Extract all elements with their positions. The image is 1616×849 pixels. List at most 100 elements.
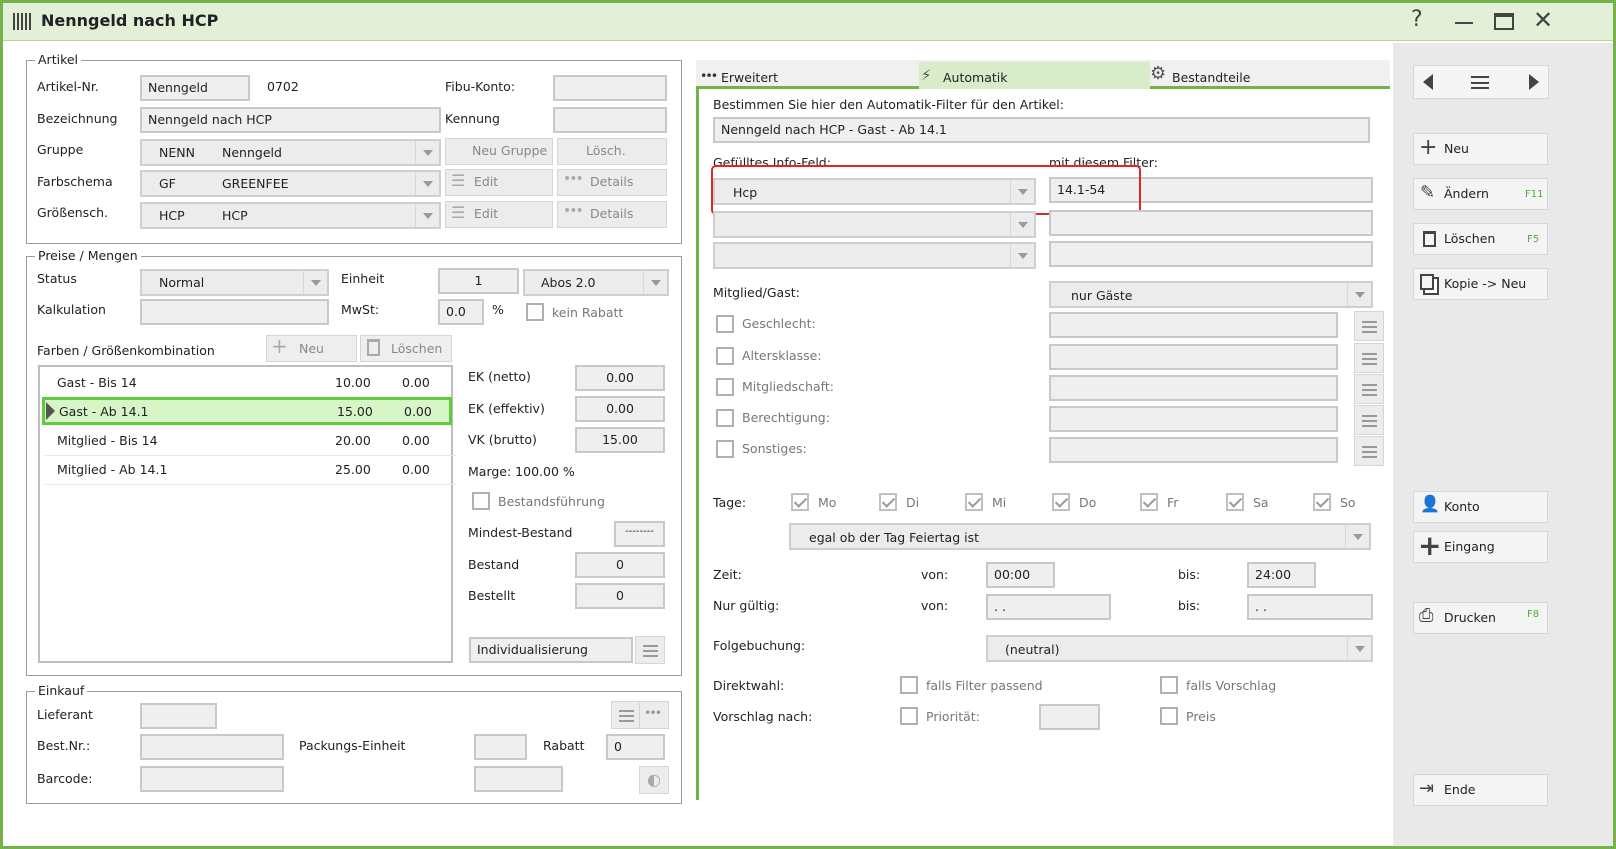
drucken-button[interactable]: ⎙ Drucken F8: [1413, 602, 1548, 634]
table-row-selected[interactable]: Gast - Ab 14.1 15.00 0.00: [42, 397, 452, 425]
help-icon[interactable]: ?: [1411, 7, 1423, 32]
day-do-checkbox[interactable]: [1052, 493, 1070, 511]
gruppe-select[interactable]: NENN Nenngeld: [140, 139, 441, 166]
lieferant-dots-icon[interactable]: •••: [639, 701, 669, 729]
day-di-checkbox[interactable]: [879, 493, 897, 511]
geschlecht-checkbox[interactable]: [716, 315, 734, 333]
filter-field-3[interactable]: [1049, 241, 1373, 267]
falls-vorschlag-checkbox[interactable]: [1160, 676, 1178, 694]
falls-filter-checkbox[interactable]: [900, 676, 918, 694]
ende-button[interactable]: ⇥ Ende: [1413, 774, 1548, 806]
mitgliedschaft-field[interactable]: [1049, 375, 1338, 401]
berechtigung-checkbox[interactable]: [716, 409, 734, 427]
gueltig-bis-field[interactable]: . .: [1247, 594, 1373, 620]
berechtigung-menu-icon[interactable]: [1354, 405, 1384, 435]
altersklasse-field[interactable]: [1049, 344, 1338, 370]
sonstiges-menu-icon[interactable]: [1354, 436, 1384, 466]
day-sa-checkbox[interactable]: [1226, 493, 1244, 511]
close-icon[interactable]: ✕: [1533, 6, 1553, 34]
bezeichnung-field[interactable]: Nenngeld nach HCP: [140, 107, 441, 133]
farbschema-select[interactable]: GF GREENFEE: [140, 170, 441, 197]
altersklasse-checkbox[interactable]: [716, 347, 734, 365]
edit-farb-button[interactable]: ☰ Edit: [445, 169, 553, 196]
sonstiges-checkbox[interactable]: [716, 440, 734, 458]
ek-netto-field[interactable]: 0.00: [575, 365, 665, 391]
folge-select[interactable]: (neutral): [986, 635, 1373, 662]
gueltig-von-field[interactable]: . .: [986, 594, 1111, 620]
edit-gross-button[interactable]: ☰ Edit: [445, 201, 553, 228]
bestandsfuehrung-checkbox[interactable]: [472, 492, 490, 510]
tab-automatik[interactable]: ⚡ Automatik: [919, 62, 1150, 89]
eingang-button[interactable]: + Eingang: [1413, 529, 1548, 563]
fibu-field[interactable]: [553, 75, 667, 101]
neu-kombi-button[interactable]: + Neu: [266, 334, 357, 362]
individualisierung-field[interactable]: Individualisierung: [469, 637, 633, 663]
kopie-neu-button[interactable]: Kopie -> Neu: [1413, 268, 1548, 300]
preis-checkbox[interactable]: [1160, 707, 1178, 725]
status-select[interactable]: Normal: [140, 269, 329, 296]
prioritaet-field[interactable]: [1039, 704, 1100, 730]
abos-select[interactable]: Abos 2.0: [523, 269, 669, 296]
neu-gruppe-button[interactable]: Neu Gruppe: [445, 138, 553, 165]
altersklasse-menu-icon[interactable]: [1354, 343, 1384, 373]
geschlecht-field[interactable]: [1049, 312, 1338, 338]
groessensch-select[interactable]: HCP HCP: [140, 202, 441, 229]
mwst-field[interactable]: 0.0: [438, 299, 484, 325]
lieferant-field[interactable]: [140, 703, 217, 729]
ek-eff-field[interactable]: 0.00: [575, 396, 665, 422]
konto-button[interactable]: 👤 Konto: [1413, 491, 1548, 523]
vk-field[interactable]: 15.00: [575, 427, 665, 453]
neu-button[interactable]: + Neu: [1413, 133, 1548, 165]
details-gross-button[interactable]: ••• Details: [557, 201, 667, 228]
aendern-button[interactable]: ✎ Ändern F11: [1413, 178, 1548, 210]
losch-button[interactable]: Lösch.: [557, 138, 667, 165]
lieferant-menu-icon[interactable]: [611, 701, 641, 729]
palette-icon[interactable]: ◐: [639, 766, 669, 794]
berechtigung-field[interactable]: [1049, 406, 1338, 432]
bestand-field[interactable]: 0: [575, 552, 665, 578]
geschlecht-menu-icon[interactable]: [1354, 311, 1384, 341]
prioritaet-checkbox[interactable]: [900, 707, 918, 725]
kalkulation-field[interactable]: [140, 299, 329, 325]
info-feld-select-3[interactable]: [713, 242, 1036, 269]
rabatt-field[interactable]: 0: [606, 734, 665, 760]
minimize-icon[interactable]: [1455, 22, 1473, 24]
prev-icon[interactable]: [1423, 74, 1433, 90]
table-row[interactable]: Mitglied - Bis 14 20.00 0.00: [45, 426, 457, 456]
zeit-bis-field[interactable]: 24:00: [1247, 562, 1316, 588]
day-fr-checkbox[interactable]: [1140, 493, 1158, 511]
details-farb-button[interactable]: ••• Details: [557, 169, 667, 196]
mitglied-gast-select[interactable]: nur Gäste: [1049, 281, 1373, 308]
menu-icon[interactable]: [1471, 76, 1489, 89]
maximize-icon[interactable]: [1494, 13, 1514, 30]
day-mo-checkbox[interactable]: [791, 493, 809, 511]
table-row[interactable]: Mitglied - Ab 14.1 25.00 0.00: [45, 455, 457, 485]
tab-erweitert[interactable]: ••• Erweitert: [696, 62, 919, 88]
loeschen-button[interactable]: Löschen F5: [1413, 223, 1548, 255]
einheit-field[interactable]: 1: [438, 268, 519, 294]
filter-name-field[interactable]: Nenngeld nach HCP - Gast - Ab 14.1: [713, 117, 1370, 143]
loeschen-kombi-button[interactable]: Löschen: [360, 335, 452, 362]
bestnr-field[interactable]: [140, 734, 284, 760]
feiertag-select[interactable]: egal ob der Tag Feiertag ist: [789, 523, 1371, 550]
next-icon[interactable]: [1529, 74, 1539, 90]
day-so-checkbox[interactable]: [1313, 493, 1331, 511]
indiv-menu-icon[interactable]: [635, 636, 665, 664]
zeit-von-field[interactable]: 00:00: [986, 562, 1055, 588]
bestellt-field[interactable]: 0: [575, 583, 665, 609]
barcode-extra-field[interactable]: [474, 766, 563, 792]
filter-field-2[interactable]: [1049, 210, 1373, 236]
info-feld-select-2[interactable]: [713, 211, 1036, 238]
mindest-field[interactable]: --------: [614, 521, 665, 547]
table-row[interactable]: Gast - Bis 14 10.00 0.00: [45, 368, 457, 398]
mitgliedschaft-checkbox[interactable]: [716, 378, 734, 396]
artikel-nr-field[interactable]: Nenngeld: [140, 75, 250, 101]
packung-field[interactable]: [474, 734, 527, 760]
mitgliedschaft-menu-icon[interactable]: [1354, 374, 1384, 404]
barcode-field[interactable]: [140, 766, 284, 792]
kennung-field[interactable]: [553, 107, 667, 133]
tab-bestandteile[interactable]: ⚙ Bestandteile: [1150, 62, 1390, 88]
day-mi-checkbox[interactable]: [965, 493, 983, 511]
kein-rabatt-checkbox[interactable]: [526, 303, 544, 321]
sonstiges-field[interactable]: [1049, 437, 1338, 463]
